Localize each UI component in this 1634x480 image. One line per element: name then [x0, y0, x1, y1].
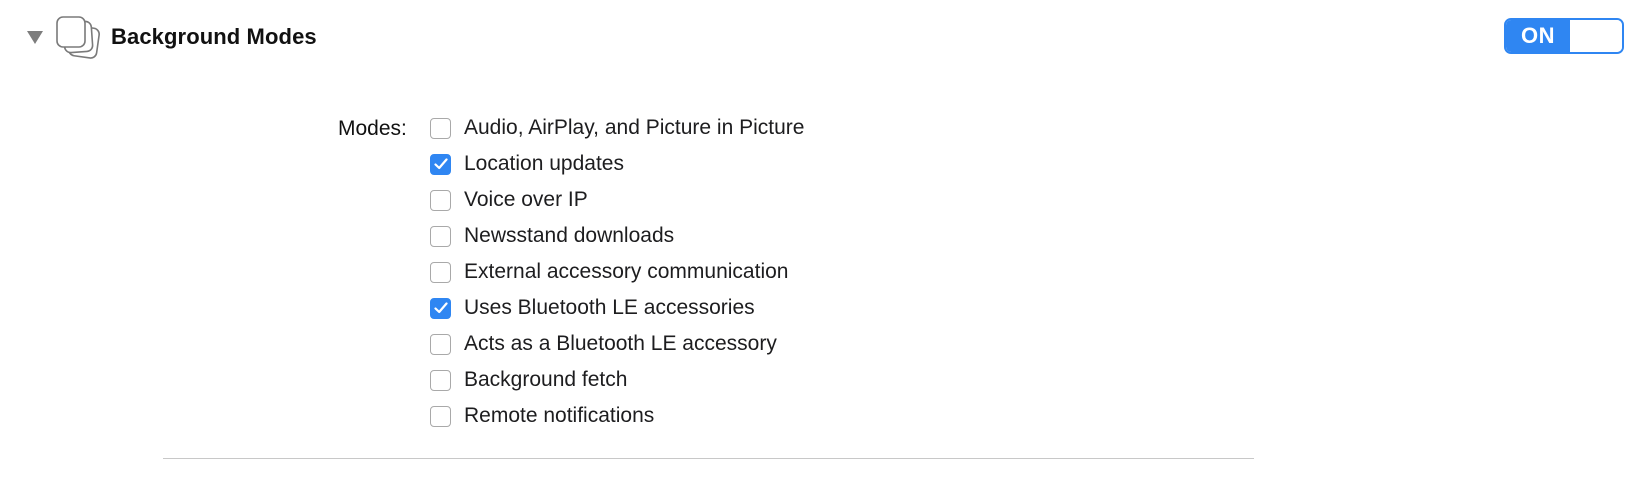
mode-label: Remote notifications [464, 404, 655, 427]
disclosure-triangle-icon[interactable] [26, 28, 44, 46]
mode-item-newsstand-downloads[interactable]: Newsstand downloads [430, 218, 804, 254]
mode-item-bluetooth-le-accessory[interactable]: Acts as a Bluetooth LE accessory [430, 326, 804, 362]
checkbox[interactable] [430, 333, 451, 355]
mode-item-bluetooth-le-accessories[interactable]: Uses Bluetooth LE accessories [430, 290, 804, 326]
checkbox[interactable] [430, 117, 451, 139]
checkbox[interactable] [430, 189, 451, 211]
stacked-windows-icon [52, 13, 102, 63]
capability-panel: Background Modes ON Modes: Audio, AirPla… [0, 0, 1634, 480]
mode-item-audio-airplay-pip[interactable]: Audio, AirPlay, and Picture in Picture [430, 110, 804, 146]
checkbox[interactable] [430, 297, 451, 319]
checkbox[interactable] [430, 261, 451, 283]
mode-item-external-accessory[interactable]: External accessory communication [430, 254, 804, 290]
checkmark-icon [433, 302, 448, 314]
mode-label: Background fetch [464, 368, 628, 391]
section-title: Background Modes [111, 24, 317, 49]
checkbox[interactable] [430, 225, 451, 247]
mode-item-voice-over-ip[interactable]: Voice over IP [430, 182, 804, 218]
section-divider [163, 458, 1254, 459]
mode-label: Acts as a Bluetooth LE accessory [464, 332, 777, 355]
mode-label: Audio, AirPlay, and Picture in Picture [464, 116, 805, 139]
mode-item-background-fetch[interactable]: Background fetch [430, 362, 804, 398]
mode-label: Uses Bluetooth LE accessories [464, 296, 755, 319]
toggle-on-label: ON [1506, 20, 1570, 52]
mode-label: Newsstand downloads [464, 224, 675, 247]
mode-label: Voice over IP [464, 188, 588, 211]
mode-label: Location updates [464, 152, 624, 175]
capability-toggle[interactable]: ON [1504, 18, 1624, 54]
mode-item-location-updates[interactable]: Location updates [430, 146, 804, 182]
mode-item-remote-notifications[interactable]: Remote notifications [430, 398, 804, 434]
mode-label: External accessory communication [464, 260, 789, 283]
checkbox[interactable] [430, 369, 451, 391]
checkbox[interactable] [430, 405, 451, 427]
modes-label: Modes: [338, 117, 407, 140]
checkbox[interactable] [430, 153, 451, 175]
modes-list: Audio, AirPlay, and Picture in Picture L… [430, 110, 804, 434]
toggle-knob [1570, 20, 1622, 52]
checkmark-icon [433, 158, 448, 170]
